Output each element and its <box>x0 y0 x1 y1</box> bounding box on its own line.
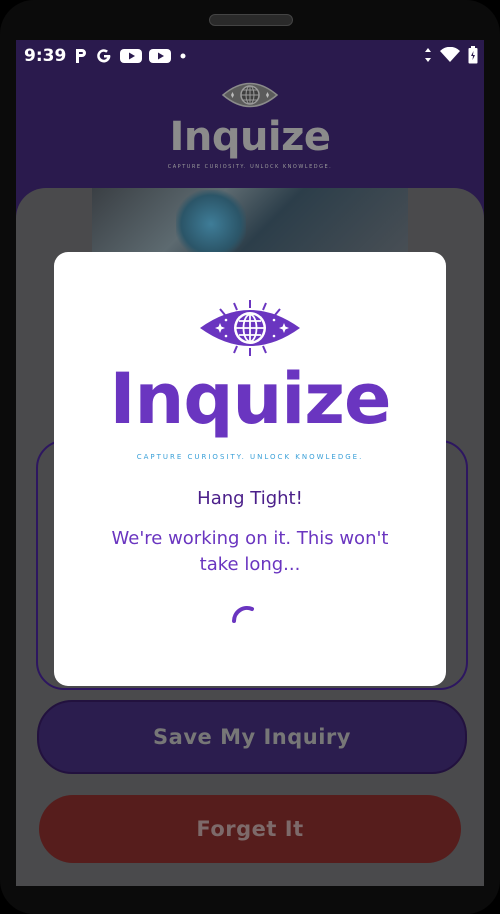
eye-globe-logo-icon <box>221 82 279 108</box>
battery-icon <box>468 46 478 64</box>
notification-icons <box>74 47 188 65</box>
app-tagline: CAPTURE CURIOSITY. UNLOCK KNOWLEDGE. <box>167 164 333 170</box>
save-inquiry-button[interactable]: Save My Inquiry <box>37 700 467 774</box>
forget-it-button[interactable]: Forget It <box>39 795 461 863</box>
screen: 9:39 Inquize CAPTURE CURIOSITY. UNLOCK K… <box>16 40 484 886</box>
speaker-grille <box>209 14 293 26</box>
captured-image <box>92 188 408 258</box>
data-arrows-icon <box>425 48 431 62</box>
system-icons <box>424 46 478 64</box>
dialog-tagline: CAPTURE CURIOSITY. UNLOCK KNOWLEDGE. <box>136 453 364 461</box>
dialog-message: We're working on it. This won't take lon… <box>111 528 389 575</box>
bottom-bezel <box>0 886 500 914</box>
loading-spinner-icon <box>232 606 254 623</box>
eye-globe-logo-icon <box>200 300 300 356</box>
status-time: 9:39 <box>24 46 67 66</box>
loading-dialog: Inquize CAPTURE CURIOSITY. UNLOCK KNOWLE… <box>54 252 446 686</box>
phone-device: 9:39 Inquize CAPTURE CURIOSITY. UNLOCK K… <box>0 0 500 914</box>
p-icon <box>76 49 86 63</box>
app-title: Inquize <box>169 114 331 160</box>
youtube-icon <box>149 49 171 63</box>
dialog-title: Inquize <box>109 358 391 440</box>
dialog-heading: Hang Tight! <box>197 488 303 509</box>
google-icon <box>97 49 111 63</box>
wifi-icon <box>440 47 460 62</box>
dot-icon <box>180 53 186 59</box>
youtube-icon <box>120 49 142 63</box>
captured-image-detail <box>176 190 246 258</box>
status-bar: 9:39 <box>16 40 484 74</box>
